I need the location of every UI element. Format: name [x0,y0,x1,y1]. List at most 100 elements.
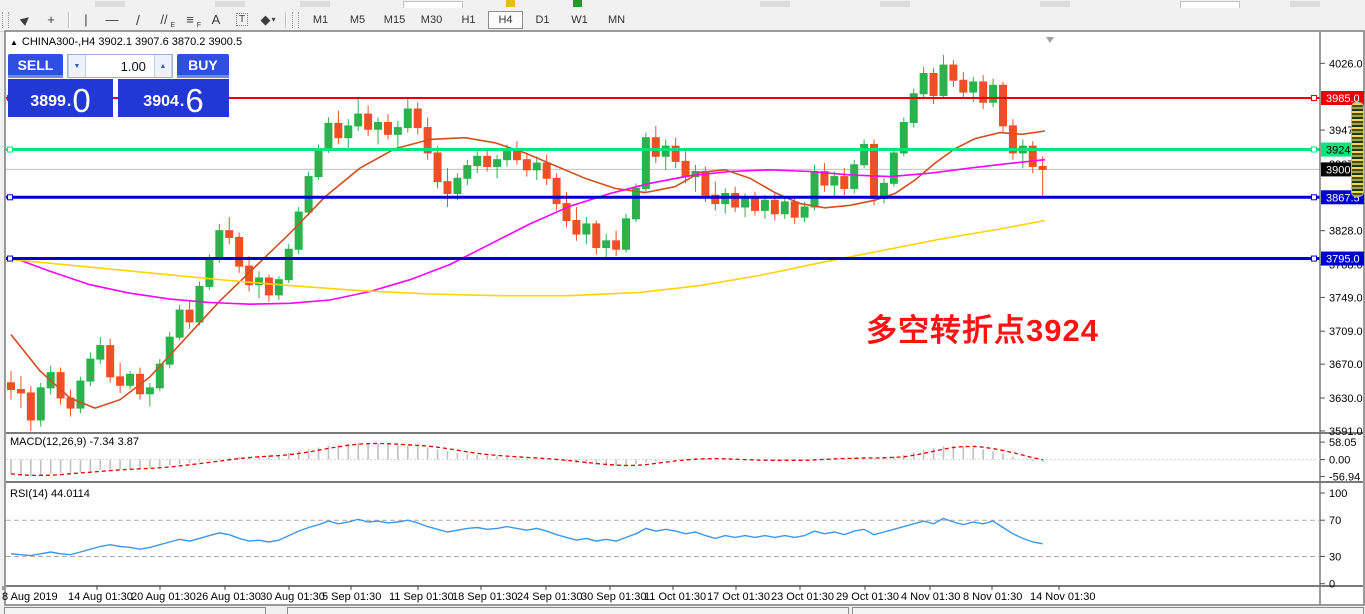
volume-decrease-button[interactable]: ▼ [68,55,86,77]
candle-body [335,123,342,137]
candle-body [603,241,610,248]
line-endpoint-marker[interactable] [1312,256,1317,261]
candle-body [8,383,15,390]
candle-body [801,207,808,217]
vertical-scroll-thumb[interactable] [1351,102,1364,197]
buy-price-main: 3904 [143,93,179,111]
price-axis-label: 3670.0 [1329,359,1363,371]
candle-body [950,65,957,80]
time-axis-label: 29 Oct 01:30 [836,591,899,603]
candle-body [940,65,947,95]
candle-body [444,182,451,194]
line-endpoint-marker[interactable] [8,195,13,200]
candle-body [484,156,491,166]
candle-body [1000,85,1007,126]
candle-body [87,359,94,381]
rsi-scale-label: 30 [1329,551,1341,563]
candle-body [474,156,481,165]
candle-body [275,280,282,295]
price-axis-label: 3709.0 [1329,326,1363,338]
candle-body [315,150,322,177]
candle-body [454,178,461,193]
price-badge-3795-text: 3795.0 [1326,254,1360,266]
buy-button[interactable]: BUY [177,54,229,78]
rsi-indicator-label: RSI(14) 44.0114 [10,488,90,500]
line-endpoint-marker[interactable] [1312,96,1317,101]
time-axis-label: 11 Sep 01:30 [389,591,454,603]
time-axis-label: 11 Oct 01:30 [644,591,706,603]
candle-body [841,177,848,189]
candle-body [980,82,987,102]
time-axis-label: 26 Aug 01:30 [196,591,261,603]
candle-body [394,128,401,135]
time-axis-label: 24 Sep 01:30 [517,591,582,603]
candle-body [127,374,134,385]
buy-price-display[interactable]: 3904.6 [118,79,229,117]
candle-body [960,80,967,92]
candle-body [682,161,689,176]
candle-body [196,286,203,321]
sell-price-display[interactable]: 3899.0 [8,79,113,117]
time-axis-label: 30 Sep 01:30 [581,591,646,603]
time-axis-label: 5 Sep 01:30 [322,591,381,603]
candle-body [325,123,332,149]
time-axis-label: 23 Oct 01:30 [771,591,834,603]
candle-body [345,126,352,138]
candle-body [504,150,511,160]
symbol-ohlc-line: ▲CHINA300-,H4 3902.1 3907.6 3870.2 3900.… [10,36,242,48]
candle-body [37,388,44,420]
line-endpoint-marker[interactable] [8,147,13,152]
candle-body [771,200,778,214]
candle-body [752,199,759,211]
candle-body [494,160,501,167]
partial-box [287,607,849,614]
candle-body [236,237,243,266]
sell-button[interactable]: SELL [8,54,63,78]
candle-body [17,390,24,393]
chart-text-annotation[interactable]: 多空转折点3924 [866,305,1099,350]
partial-box [852,607,1364,614]
candle-body [662,146,669,156]
candle-body [375,123,382,130]
time-axis-label: 30 Aug 01:30 [260,591,325,603]
candle-body [226,231,233,238]
sell-price-main: 3899 [30,93,66,111]
mt4-window: ▶+|—///E≡FAT◆▾M1M5M15M30H1H4D1W1MN 4026.… [0,0,1365,614]
volume-increase-button[interactable]: ▲ [154,55,172,77]
line-endpoint-marker[interactable] [8,256,13,261]
expand-arrow-icon: ▲ [10,38,18,47]
macd-indicator-label: MACD(12,26,9) -7.34 3.87 [10,436,139,448]
candle-body [930,73,937,95]
candle-body [583,224,590,234]
candle-body [890,153,897,183]
candle-body [593,224,600,248]
candle-body [523,160,530,170]
time-axis-label: 4 Nov 01:30 [901,591,960,603]
candle-body [811,172,818,207]
line-endpoint-marker[interactable] [1312,195,1317,200]
candle-body [861,144,868,164]
volume-group: ▼ ▲ [67,54,173,78]
time-axis-label: 8 Nov 01:30 [963,591,1022,603]
candle-body [871,144,878,198]
candle-body [117,377,124,385]
candle-body [57,373,64,398]
price-axis-label: 4026.0 [1329,58,1363,70]
volume-input[interactable] [86,55,154,77]
candle-body [176,310,183,337]
rsi-scale-label: 70 [1329,515,1341,527]
candle-body [355,114,362,126]
candle-body [97,346,104,360]
candle-body [146,388,153,394]
line-endpoint-marker[interactable] [1312,147,1317,152]
price-axis-label: 3630.0 [1329,393,1363,405]
rsi-scale-label: 0 [1329,579,1335,591]
candle-body [851,165,858,189]
buy-price-dot: . [180,93,184,111]
candle-body [305,177,312,212]
candle-body [295,212,302,249]
time-axis-label: 17 Oct 01:30 [707,591,770,603]
candle-body [404,109,411,128]
candle-body [652,138,659,157]
candle-body [206,259,213,286]
